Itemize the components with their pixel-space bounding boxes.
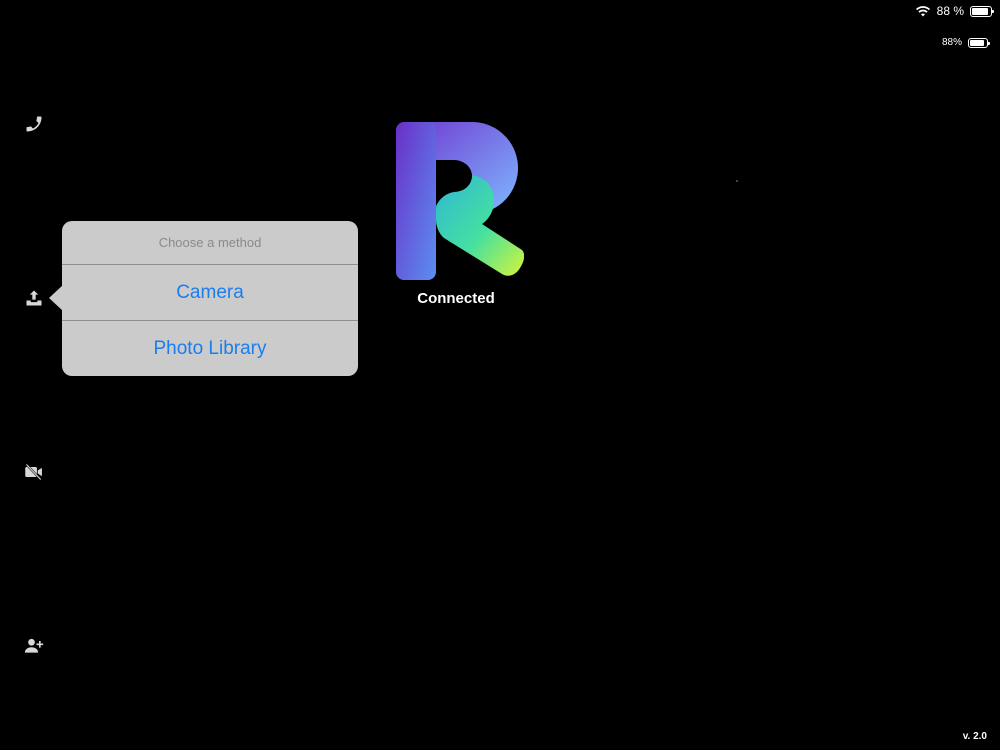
battery-percentage: 88 % <box>936 4 964 18</box>
artifact-dot <box>736 180 738 182</box>
video-off-icon <box>25 463 42 481</box>
connection-status: Connected <box>417 290 495 307</box>
popover-arrow <box>49 285 63 311</box>
device-battery-icon <box>968 37 990 48</box>
add-user-icon <box>24 638 44 653</box>
wifi-icon <box>915 6 930 17</box>
upload-icon <box>26 290 42 306</box>
device-battery-fill <box>970 39 985 46</box>
status-bar: 88 % <box>915 3 994 19</box>
app-version: v. 2.0 <box>962 731 987 742</box>
device-battery-percentage: 88% <box>941 37 962 48</box>
photo-library-option[interactable]: Photo Library <box>62 321 358 376</box>
phone-icon <box>26 116 42 132</box>
brand-logo <box>396 121 524 280</box>
device-battery: 88% <box>941 37 990 48</box>
video-button[interactable] <box>22 460 46 484</box>
method-popover: Choose a method Camera Photo Library <box>62 221 358 376</box>
camera-option[interactable]: Camera <box>62 265 358 321</box>
app-screen: 88 % 88% Connected Choose a method Camer… <box>0 0 1000 750</box>
upload-button[interactable] <box>22 286 46 310</box>
add-user-button[interactable] <box>22 634 46 658</box>
battery-fill <box>972 7 988 15</box>
popover-title: Choose a method <box>62 221 358 265</box>
call-button[interactable] <box>22 112 46 136</box>
battery-icon <box>970 5 994 17</box>
